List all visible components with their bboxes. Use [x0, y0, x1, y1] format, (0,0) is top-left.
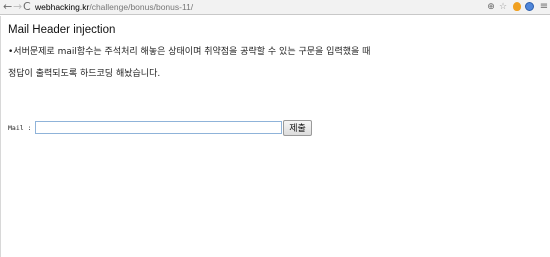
star-icon[interactable]: ☆ — [497, 1, 509, 13]
submit-button[interactable]: 제출 — [283, 120, 312, 136]
reload-icon[interactable]: C — [23, 0, 31, 14]
address-bar[interactable]: webhacking.kr/challenge/bonus/bonus-11/ — [35, 1, 193, 13]
url-host: webhacking.kr — [35, 2, 90, 12]
description-line: 정답이 출력되도록 하드코딩 해놨습니다. — [8, 69, 161, 79]
page-title: Mail Header injection — [8, 24, 116, 36]
mail-input[interactable] — [35, 121, 282, 134]
url-path: /challenge/bonus/bonus-11/ — [89, 2, 194, 12]
zoom-icon[interactable]: ⊕ — [485, 1, 497, 13]
description-line: •서버문제로 mail함수는 주석처리 해놓은 상태이며 취약점을 공략할 수 … — [8, 47, 371, 57]
forward-icon[interactable]: → — [13, 0, 22, 14]
mail-label: Mail : — [8, 124, 32, 132]
menu-icon[interactable]: ≡ — [538, 1, 550, 13]
extension-icon[interactable] — [524, 1, 536, 13]
extension-icon[interactable] — [511, 1, 523, 13]
page-border — [0, 16, 1, 257]
back-icon[interactable]: ← — [3, 0, 12, 14]
browser-toolbar: ← → C webhacking.kr/challenge/bonus/bonu… — [0, 0, 550, 15]
